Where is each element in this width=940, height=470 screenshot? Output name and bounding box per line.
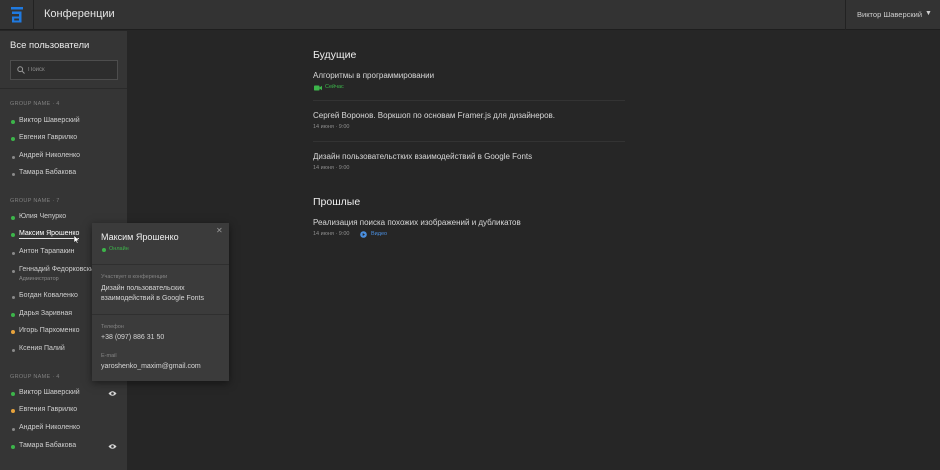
divider — [845, 0, 846, 30]
status-dot — [102, 248, 106, 252]
popover-conference-link[interactable]: Дизайн пользовательских взаимодействий в… — [101, 284, 221, 304]
conference-title[interactable]: Реализация поиска похожих изображений и … — [313, 218, 625, 227]
popover-status: Онлайн — [109, 246, 129, 252]
status-dot — [11, 155, 15, 159]
user-popover: ✕ Максим Ярошенко Онлайн Участвует в кон… — [92, 223, 229, 381]
sidebar-user-item[interactable]: Евгения Гаврилко — [0, 131, 127, 147]
live-badge[interactable]: Сейчас — [325, 84, 344, 90]
search-icon — [17, 66, 25, 74]
sidebar-user-item[interactable]: Виктор Шаверский — [0, 386, 127, 402]
user-name: Антон Тарапакин — [19, 248, 75, 255]
divider — [33, 0, 34, 30]
status-dot — [11, 330, 15, 334]
brand-logo-icon[interactable] — [11, 7, 23, 23]
user-name: Евгения Гаврилко — [19, 406, 78, 413]
status-dot — [11, 233, 15, 237]
user-menu[interactable]: Виктор Шаверский — [857, 10, 922, 19]
play-circle-icon — [360, 231, 367, 238]
conference-title[interactable]: Алгоритмы в программировании — [313, 71, 625, 80]
page-title: Конференции — [44, 8, 115, 20]
user-name: Богдан Коваленко — [19, 292, 78, 299]
video-link[interactable]: Видео — [371, 231, 387, 237]
group-label: GROUP NAME · 4 — [10, 374, 60, 380]
search-input[interactable] — [28, 63, 114, 77]
user-name: Андрей Николенко — [19, 424, 80, 431]
conference-meta: 14 июня · 9:00 — [313, 165, 350, 171]
user-name: Геннадий Федорковский — [19, 266, 98, 273]
section-title-upcoming: Будущие — [313, 49, 357, 61]
sidebar-user-item[interactable]: Андрей Николенко — [0, 149, 127, 165]
conference-item[interactable]: Алгоритмы в программировании Сейчас — [313, 71, 625, 93]
sidebar-user-item[interactable]: Евгения Гаврилко — [0, 403, 127, 419]
user-role: Администратор — [19, 276, 59, 282]
status-dot — [11, 427, 15, 431]
group-label: GROUP NAME · 7 — [10, 198, 60, 204]
video-camera-icon — [314, 85, 322, 91]
conference-item[interactable]: Дизайн пользовательстких взаимодействий … — [313, 152, 625, 174]
group-label: GROUP NAME · 4 — [10, 101, 60, 107]
sidebar-user-item[interactable]: Тамара Бабакова — [0, 166, 127, 182]
popover-email-label: E-mail — [101, 353, 117, 359]
user-name: Тамара Бабакова — [19, 442, 77, 449]
status-dot — [11, 348, 15, 352]
popover-email-value[interactable]: yaroshenko_maxim@gmail.com — [101, 362, 221, 372]
sidebar-user-item[interactable]: Андрей Николенко — [0, 421, 127, 437]
user-name: Тамара Бабакова — [19, 169, 77, 176]
sidebar-title: Все пользователи — [10, 40, 90, 51]
conference-title[interactable]: Дизайн пользовательстких взаимодействий … — [313, 152, 625, 161]
conference-meta: Сейчас — [313, 84, 625, 93]
top-bar: Конференции Виктор Шаверский ▼ — [0, 0, 940, 30]
conference-item[interactable]: Реализация поиска похожих изображений и … — [313, 218, 625, 240]
status-dot — [11, 172, 15, 176]
close-icon[interactable]: ✕ — [216, 226, 223, 235]
user-name: Дарья Заривная — [19, 310, 73, 317]
eye-icon[interactable] — [108, 443, 117, 450]
user-name: Максим Ярошенко — [19, 230, 80, 239]
user-name: Андрей Николенко — [19, 152, 80, 159]
popover-conference-label: Участвует в конференции — [101, 274, 168, 280]
status-dot — [11, 269, 15, 273]
status-dot — [11, 137, 15, 141]
divider — [0, 88, 127, 89]
divider — [313, 141, 625, 142]
status-dot — [11, 409, 15, 413]
user-name: Юлия Чепурко — [19, 213, 67, 220]
user-name: Ксения Палий — [19, 345, 65, 352]
cursor-icon — [73, 235, 80, 244]
conference-item[interactable]: Сергей Воронов. Воркшоп по основам Frame… — [313, 111, 625, 133]
conference-meta: 14 июня · 9:00 — [313, 124, 350, 130]
section-title-past: Прошлые — [313, 196, 361, 208]
status-dot — [11, 216, 15, 220]
eye-icon[interactable] — [108, 390, 117, 397]
status-dot — [11, 313, 15, 317]
chevron-down-icon[interactable]: ▼ — [925, 10, 932, 17]
popover-phone-label: Телефон — [101, 324, 124, 330]
divider — [313, 100, 625, 101]
status-dot — [11, 445, 15, 449]
search-box[interactable] — [10, 60, 118, 80]
conference-date: 14 июня · 9:00 — [313, 231, 350, 237]
user-name: Виктор Шаверский — [19, 389, 80, 396]
status-dot — [11, 120, 15, 124]
popover-phone-value: +38 (097) 886 31 50 — [101, 334, 165, 341]
status-dot — [11, 295, 15, 299]
sidebar-user-item[interactable]: Виктор Шаверский — [0, 114, 127, 130]
conference-title[interactable]: Сергей Воронов. Воркшоп по основам Frame… — [313, 111, 625, 120]
user-name: Игорь Пархоменко — [19, 327, 80, 334]
user-name: Евгения Гаврилко — [19, 134, 78, 141]
divider — [92, 314, 229, 315]
status-dot — [11, 251, 15, 255]
conference-meta: 14 июня · 9:00 Видео — [313, 231, 625, 240]
divider — [92, 264, 229, 265]
popover-user-name: Максим Ярошенко — [101, 232, 179, 242]
sidebar-user-item[interactable]: Тамара Бабакова — [0, 439, 127, 455]
user-name: Виктор Шаверский — [19, 117, 80, 124]
status-dot — [11, 392, 15, 396]
